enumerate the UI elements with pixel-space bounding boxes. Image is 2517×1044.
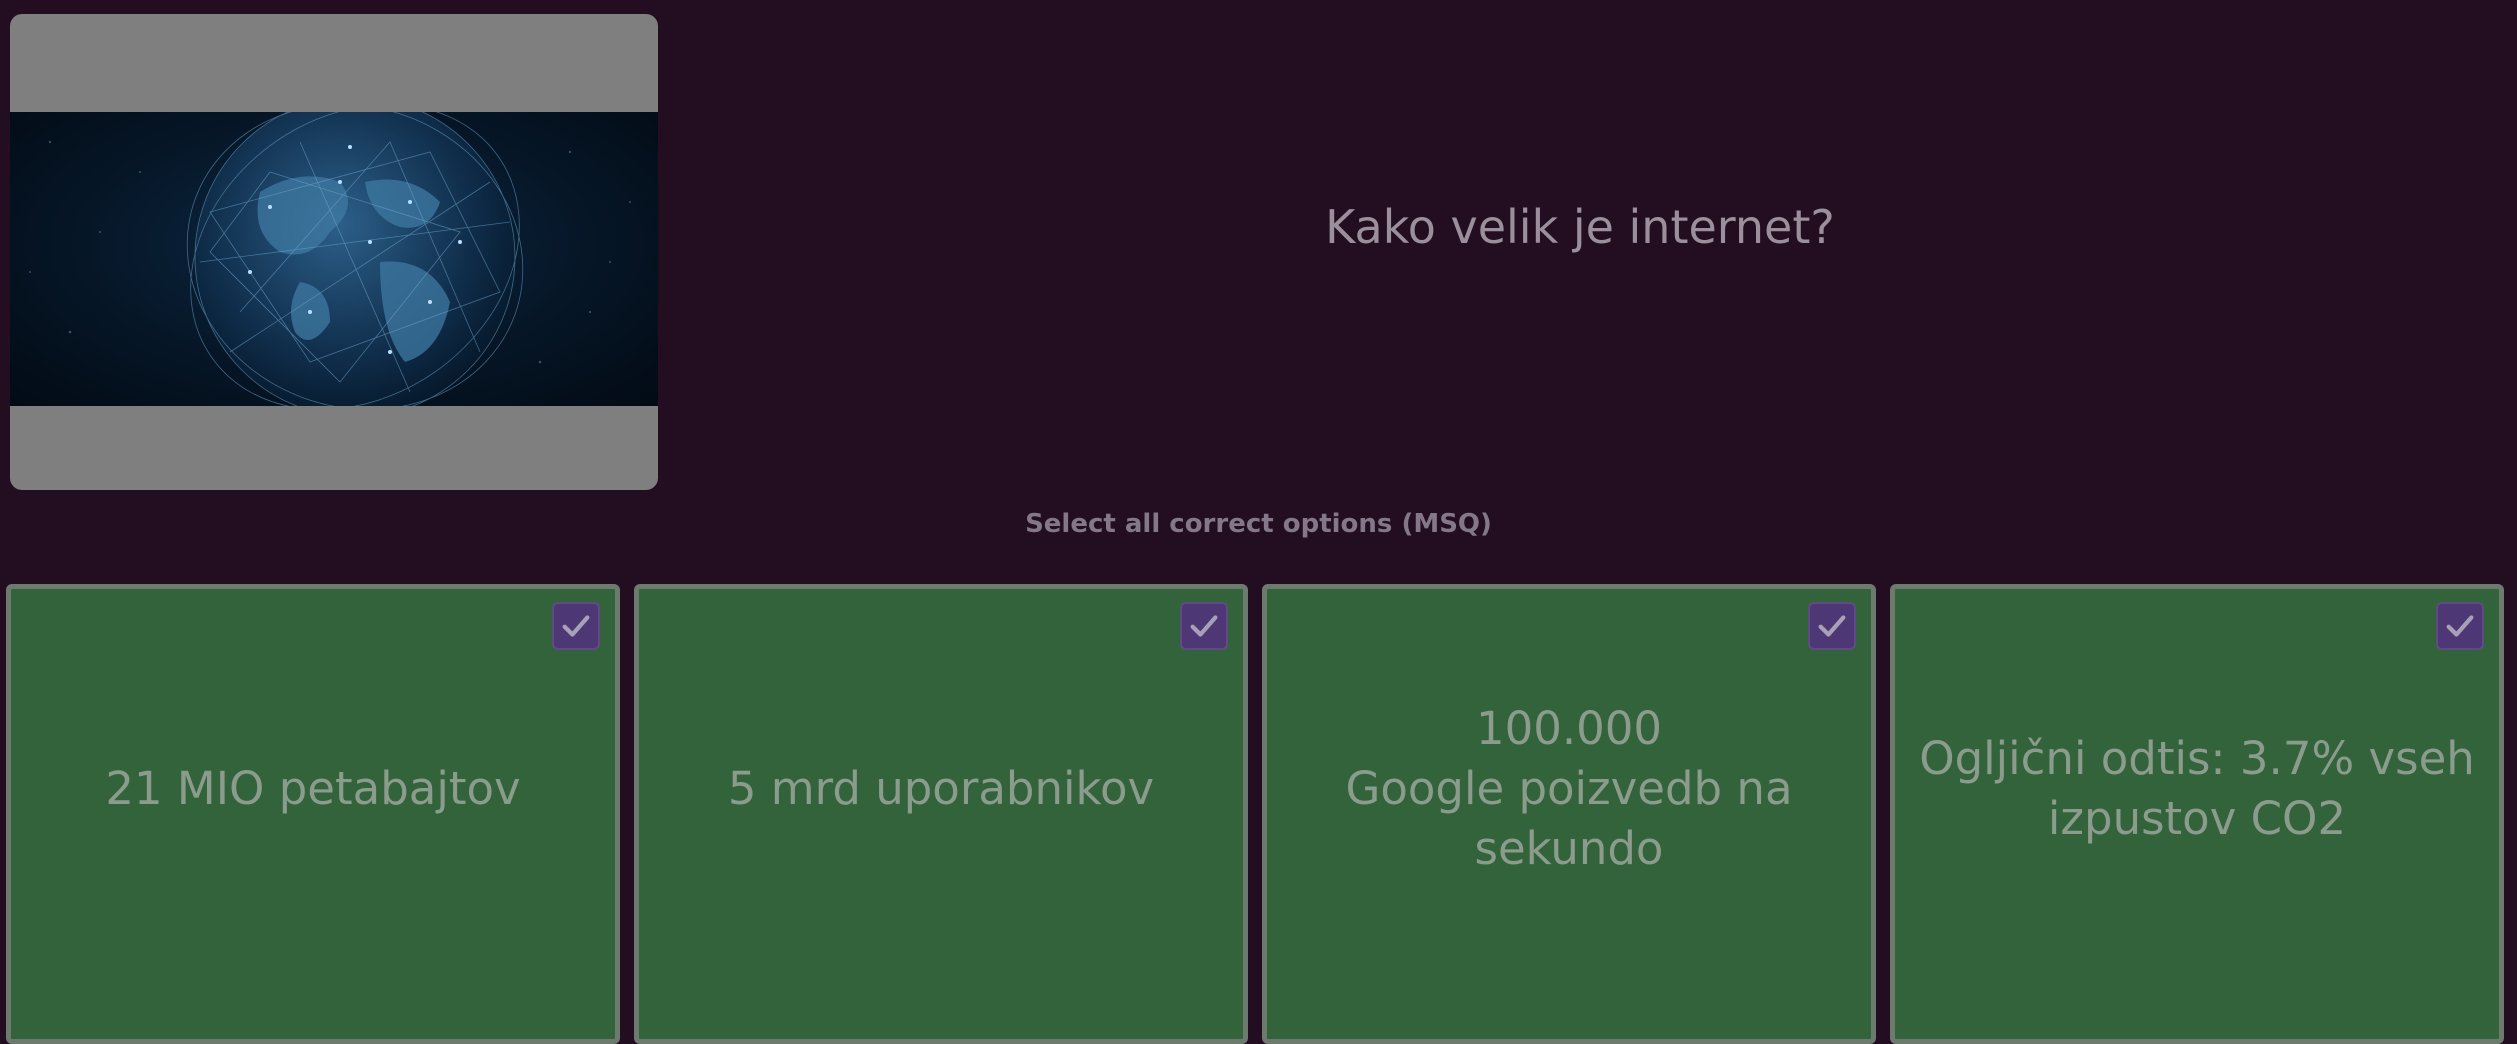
answer-option[interactable]: 100.000 Google poizvedb na sekundo [1262,584,1876,1044]
check-icon [2446,615,2474,637]
option-label: Ogljični odtis: 3.7% vseh izpustov CO2 [1919,732,2475,845]
globe-network-image [10,112,658,406]
option-checkbox[interactable] [1180,602,1228,650]
option-checkbox[interactable] [552,602,600,650]
option-checkbox[interactable] [2436,602,2484,650]
answer-option[interactable]: 5 mrd uporabnikov [634,584,1248,1044]
check-icon [1818,615,1846,637]
answer-option[interactable]: 21 MIO petabajtov [6,584,620,1044]
question-type-label: Select all correct options (MSQ) [1025,509,1492,539]
option-label: 5 mrd uporabnikov [727,762,1155,815]
check-icon [562,615,590,637]
option-label: 100.000 Google poizvedb na sekundo [1345,702,1793,875]
answer-option[interactable]: Ogljični odtis: 3.7% vseh izpustov CO2 [1890,584,2504,1044]
question-text: Kako velik je internet? [1325,200,1835,254]
option-label: 21 MIO petabajtov [105,762,521,815]
option-checkbox[interactable] [1808,602,1856,650]
question-media-card [10,14,658,490]
check-icon [1190,615,1218,637]
